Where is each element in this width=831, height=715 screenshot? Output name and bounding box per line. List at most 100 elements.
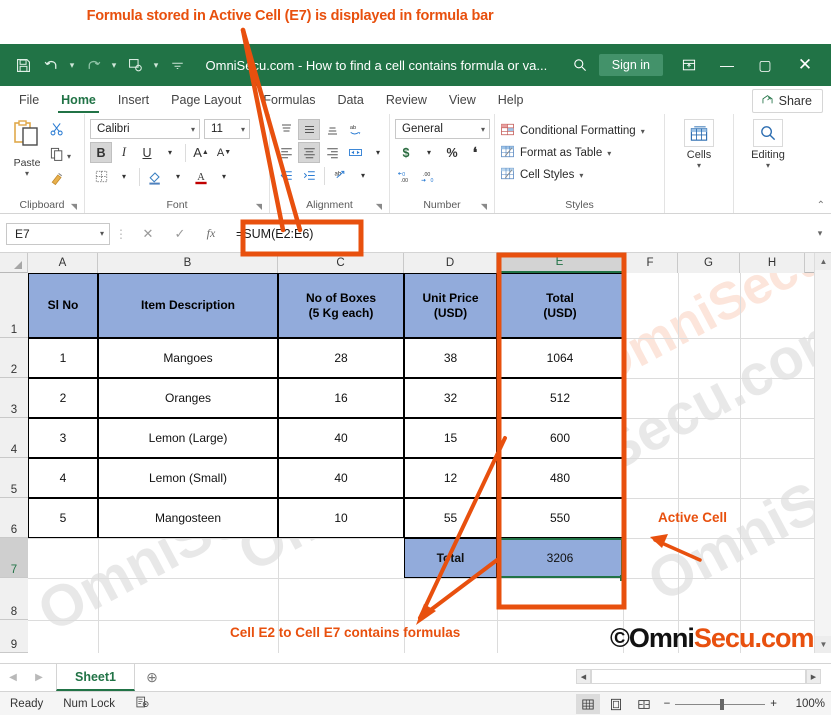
touch-mode-dropdown-icon[interactable]: ▾ bbox=[150, 52, 162, 78]
font-name-dropdown-icon[interactable]: ▾ bbox=[191, 125, 195, 134]
tab-help[interactable]: Help bbox=[487, 91, 535, 109]
column-header-f[interactable]: F bbox=[623, 253, 678, 273]
alignment-dialog-launcher-icon[interactable]: ◥ bbox=[376, 202, 382, 211]
confirm-icon[interactable]: ✓ bbox=[164, 226, 196, 242]
share-button[interactable]: Share bbox=[751, 89, 823, 113]
close-button[interactable]: ✕ bbox=[785, 49, 825, 81]
bold-button[interactable]: B bbox=[90, 142, 112, 163]
ribbon-display-options-icon[interactable] bbox=[671, 49, 707, 81]
cell-e2[interactable]: 1064 bbox=[497, 338, 623, 378]
format-as-table-dropdown-icon[interactable]: ▾ bbox=[607, 149, 611, 158]
cell-a5[interactable]: 4 bbox=[28, 458, 98, 498]
vertical-scrollbar[interactable]: ▲ ▼ bbox=[814, 253, 831, 653]
cell-styles-dropdown-icon[interactable]: ▾ bbox=[579, 171, 583, 180]
font-color-dropdown-icon[interactable]: ▾ bbox=[213, 166, 235, 187]
fill-handle[interactable] bbox=[620, 575, 626, 581]
format-as-table-button[interactable]: Format as Table ▾ bbox=[500, 142, 645, 164]
scroll-down-icon[interactable]: ▼ bbox=[815, 636, 831, 653]
merge-and-center-icon[interactable] bbox=[344, 142, 366, 163]
sheet-tab-sheet1[interactable]: Sheet1 bbox=[56, 664, 135, 691]
cell-styles-button[interactable]: Cell Styles ▾ bbox=[500, 164, 645, 186]
paste-dropdown-icon[interactable]: ▾ bbox=[25, 169, 29, 178]
orientation-icon[interactable]: ab bbox=[344, 119, 366, 140]
decrease-indent-icon[interactable] bbox=[275, 165, 297, 186]
tab-file[interactable]: File bbox=[8, 91, 50, 109]
tab-review[interactable]: Review bbox=[375, 91, 438, 109]
column-header-d[interactable]: D bbox=[404, 253, 497, 273]
cell-c4[interactable]: 40 bbox=[278, 418, 404, 458]
copy-button[interactable]: ▾ bbox=[49, 146, 71, 167]
normal-view-icon[interactable] bbox=[575, 694, 600, 714]
align-middle-icon[interactable] bbox=[298, 119, 320, 140]
column-header-a[interactable]: A bbox=[28, 253, 98, 273]
collapse-ribbon-icon[interactable]: ⌃ bbox=[817, 200, 825, 211]
font-color-button[interactable]: A bbox=[190, 166, 212, 187]
formula-input[interactable]: =SUM(E2:E6) bbox=[226, 223, 809, 245]
zoom-out-button[interactable]: − bbox=[664, 698, 671, 710]
tab-insert[interactable]: Insert bbox=[107, 91, 160, 109]
add-sheet-icon[interactable]: ⊕ bbox=[135, 669, 169, 686]
currency-button[interactable]: $ bbox=[395, 142, 417, 163]
font-size-dropdown-icon[interactable]: ▾ bbox=[241, 125, 245, 134]
copy-dropdown-icon[interactable]: ▾ bbox=[67, 152, 71, 161]
increase-decimal-icon[interactable]: .00 0 bbox=[418, 166, 440, 187]
sign-in-button[interactable]: Sign in bbox=[598, 54, 663, 76]
row-header-7[interactable]: 7 bbox=[0, 538, 28, 578]
cell-c1[interactable]: No of Boxes (5 Kg each) bbox=[278, 273, 404, 338]
cell-b2[interactable]: Mangoes bbox=[98, 338, 278, 378]
cell-e5[interactable]: 480 bbox=[497, 458, 623, 498]
cells-dropdown-icon[interactable]: ▾ bbox=[697, 161, 701, 170]
search-icon[interactable] bbox=[563, 49, 597, 81]
align-left-icon[interactable] bbox=[275, 142, 297, 163]
save-icon[interactable] bbox=[10, 52, 36, 78]
align-bottom-icon[interactable] bbox=[321, 119, 343, 140]
minimize-button[interactable]: — bbox=[709, 49, 745, 81]
cell-e3[interactable]: 512 bbox=[497, 378, 623, 418]
cell-c2[interactable]: 28 bbox=[278, 338, 404, 378]
editing-button[interactable]: Editing ▾ bbox=[739, 117, 797, 170]
zoom-in-button[interactable]: + bbox=[770, 698, 777, 710]
borders-dropdown-icon[interactable]: ▾ bbox=[113, 166, 135, 187]
scroll-left-icon[interactable]: ◀ bbox=[576, 669, 591, 684]
tab-data[interactable]: Data bbox=[326, 91, 374, 109]
select-all-corner[interactable] bbox=[0, 253, 28, 273]
cell-d2[interactable]: 38 bbox=[404, 338, 497, 378]
horizontal-scroll-track[interactable] bbox=[591, 669, 806, 684]
cell-e4[interactable]: 600 bbox=[497, 418, 623, 458]
font-dialog-launcher-icon[interactable]: ◥ bbox=[256, 202, 262, 211]
align-top-icon[interactable] bbox=[275, 119, 297, 140]
number-dialog-launcher-icon[interactable]: ◥ bbox=[481, 202, 487, 211]
zoom-track[interactable] bbox=[675, 698, 766, 710]
conditional-formatting-button[interactable]: Conditional Formatting ▾ bbox=[500, 120, 645, 142]
column-header-g[interactable]: G bbox=[678, 253, 740, 273]
cell-d6[interactable]: 55 bbox=[404, 498, 497, 538]
previous-sheet-icon[interactable]: ◀ bbox=[0, 672, 26, 683]
cell-b6[interactable]: Mangosteen bbox=[98, 498, 278, 538]
cell-a6[interactable]: 5 bbox=[28, 498, 98, 538]
cell-d4[interactable]: 15 bbox=[404, 418, 497, 458]
percent-button[interactable]: % bbox=[441, 142, 463, 163]
zoom-knob[interactable] bbox=[720, 698, 725, 710]
row-header-1[interactable]: 1 bbox=[0, 273, 28, 338]
italic-button[interactable]: I bbox=[113, 142, 135, 163]
column-header-h[interactable]: H bbox=[740, 253, 805, 273]
font-name-input[interactable]: Calibri ▾ bbox=[90, 119, 200, 139]
name-box-dropdown-icon[interactable]: ▾ bbox=[100, 229, 104, 238]
row-header-4[interactable]: 4 bbox=[0, 418, 28, 458]
tab-view[interactable]: View bbox=[438, 91, 487, 109]
row-header-6[interactable]: 6 bbox=[0, 498, 28, 538]
cell-e1[interactable]: Total (USD) bbox=[497, 273, 623, 338]
undo-dropdown-icon[interactable]: ▾ bbox=[66, 52, 78, 78]
cell-b5[interactable]: Lemon (Small) bbox=[98, 458, 278, 498]
editing-dropdown-icon[interactable]: ▾ bbox=[766, 161, 770, 170]
undo-icon[interactable] bbox=[38, 52, 64, 78]
cell-d1[interactable]: Unit Price (USD) bbox=[404, 273, 497, 338]
scroll-up-icon[interactable]: ▲ bbox=[815, 253, 831, 270]
wrap-text-icon[interactable]: ab bbox=[329, 165, 351, 186]
align-right-icon[interactable] bbox=[321, 142, 343, 163]
horizontal-scrollbar[interactable]: ◀ ▶ bbox=[576, 668, 821, 685]
row-header-2[interactable]: 2 bbox=[0, 338, 28, 378]
cancel-icon[interactable]: ✕ bbox=[132, 226, 164, 242]
touch-mode-icon[interactable] bbox=[122, 52, 148, 78]
cells-button[interactable]: Cells ▾ bbox=[670, 117, 728, 170]
